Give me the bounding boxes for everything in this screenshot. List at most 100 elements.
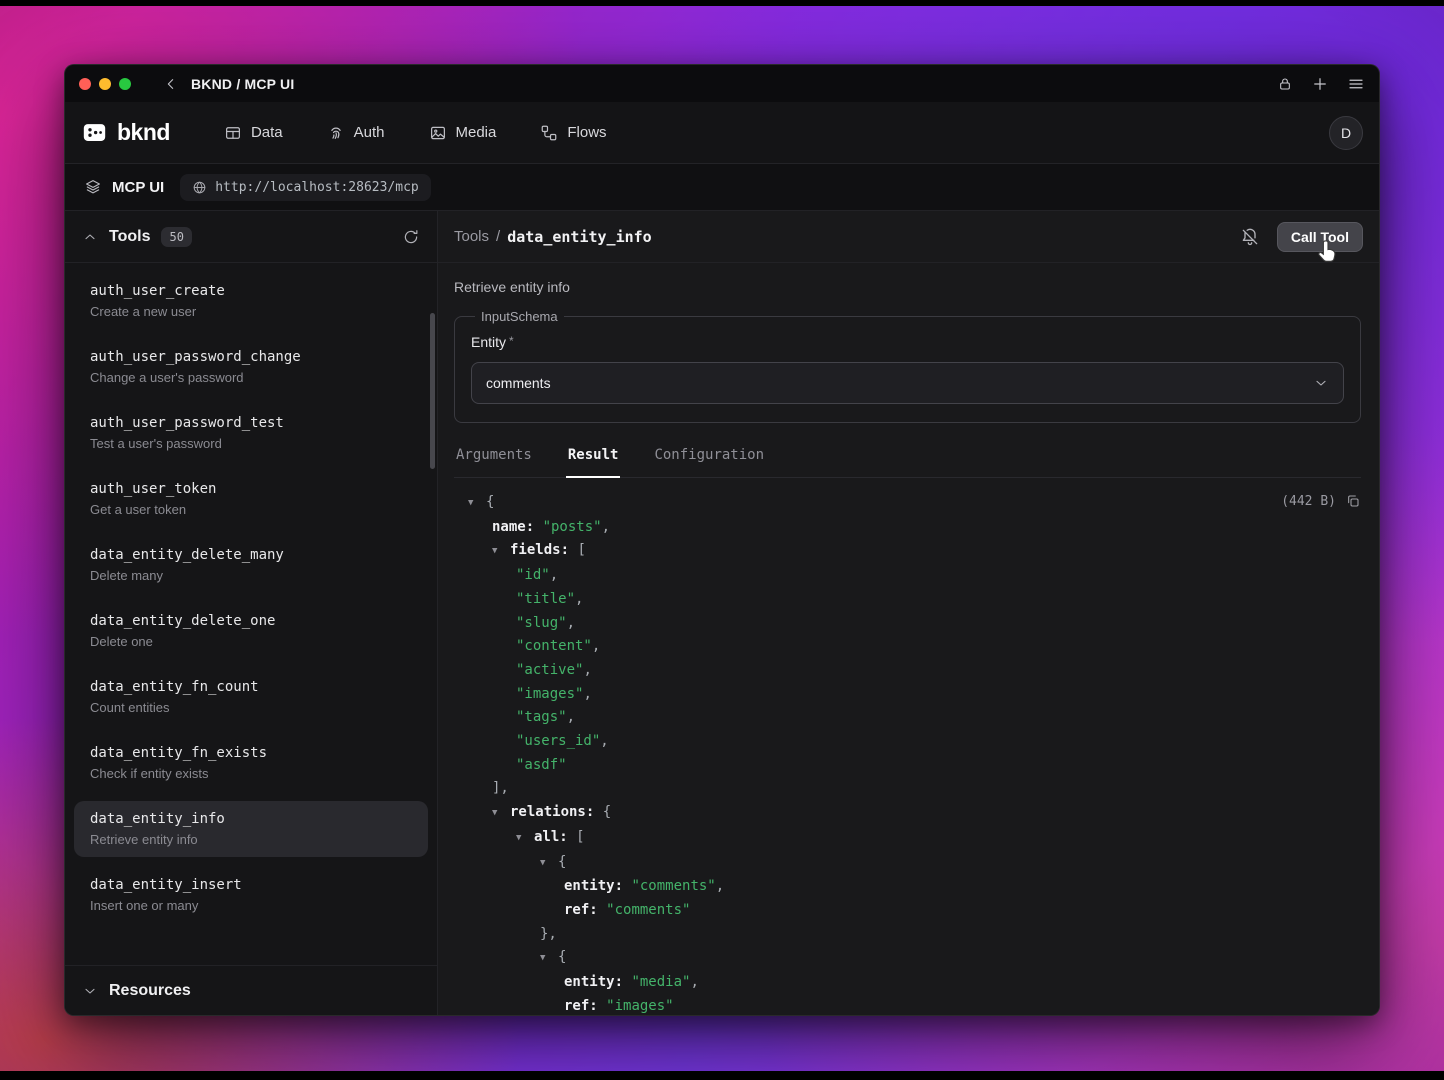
collapse-caret-icon[interactable]: ▼ [468, 492, 486, 516]
json-line: "tags", [454, 706, 1361, 730]
tool-name: data_entity_info [90, 811, 412, 827]
collapse-caret-icon[interactable]: ▼ [492, 540, 510, 564]
entity-field-label: Entity [471, 334, 506, 350]
nav-item-media[interactable]: Media [429, 124, 497, 142]
app-window: BKND / MCP UI bknd DataAuthMediaFlows D … [64, 64, 1380, 1016]
input-schema-fieldset: InputSchema Entity* comments [454, 309, 1361, 423]
required-mark: * [509, 334, 514, 348]
json-line: "content", [454, 635, 1361, 659]
result-panel: (442 B) ▼{name: "posts",▼fields: ["id","… [454, 478, 1361, 1015]
layers-icon [84, 178, 102, 196]
tool-name: auth_user_create [90, 283, 412, 299]
json-line: ▼{ [454, 946, 1361, 971]
tab-arguments[interactable]: Arguments [454, 447, 534, 477]
tab-result[interactable]: Result [566, 447, 621, 478]
sidebar-item-auth_user_token[interactable]: auth_user_tokenGet a user token [74, 471, 428, 527]
logo-text: bknd [117, 119, 170, 146]
chevron-left-icon [163, 76, 179, 92]
tool-description: Insert one or many [90, 898, 412, 913]
tool-name: data_entity_fn_exists [90, 745, 412, 761]
tool-name: auth_user_password_test [90, 415, 412, 431]
back-button[interactable] [163, 76, 179, 92]
tab-configuration[interactable]: Configuration [652, 447, 766, 477]
json-line: entity: "comments", [454, 875, 1361, 899]
copy-result-button[interactable] [1345, 493, 1361, 509]
collapse-caret-icon[interactable]: ▼ [540, 852, 558, 876]
tool-description: Create a new user [90, 304, 412, 319]
breadcrumb-current: data_entity_info [507, 228, 652, 246]
menu-button[interactable] [1347, 75, 1365, 93]
sidebar-item-data_entity_delete_one[interactable]: data_entity_delete_oneDelete one [74, 603, 428, 659]
resources-section-title: Resources [109, 982, 191, 1000]
sidebar-item-data_entity_delete_many[interactable]: data_entity_delete_manyDelete many [74, 537, 428, 593]
bknd-logo[interactable]: bknd [81, 119, 170, 146]
chevron-up-icon[interactable] [82, 229, 98, 245]
tool-description: Delete many [90, 568, 412, 583]
tool-name: data_entity_delete_one [90, 613, 412, 629]
notifications-off-button[interactable] [1240, 227, 1260, 247]
collapse-caret-icon[interactable]: ▼ [492, 802, 510, 826]
refresh-tools-button[interactable] [402, 228, 420, 246]
plus-icon [1311, 75, 1329, 93]
collapse-caret-icon[interactable]: ▼ [516, 827, 534, 851]
table-icon [224, 124, 242, 142]
lock-icon [1277, 76, 1293, 92]
sidebar-item-auth_user_password_change[interactable]: auth_user_password_changeChange a user's… [74, 339, 428, 395]
json-line: }, [454, 923, 1361, 947]
json-line: "title", [454, 588, 1361, 612]
minimize-button[interactable] [99, 78, 111, 90]
json-tree: ▼{name: "posts",▼fields: ["id","title","… [454, 491, 1361, 1015]
entity-select[interactable]: comments [471, 362, 1344, 404]
chevron-down-icon[interactable] [82, 983, 98, 999]
nav-item-auth[interactable]: Auth [327, 124, 385, 142]
nav-item-flows[interactable]: Flows [540, 124, 606, 142]
tool-list: auth_user_createCreate a new userauth_us… [65, 263, 437, 965]
bell-off-icon [1240, 227, 1260, 247]
mcp-url-chip[interactable]: http://localhost:28623/mcp [180, 174, 431, 201]
json-line: ref: "images" [454, 995, 1361, 1015]
nav-item-label: Flows [567, 124, 606, 141]
window-titlebar: BKND / MCP UI [65, 65, 1379, 102]
json-line: "slug", [454, 612, 1361, 636]
workflow-icon [540, 124, 558, 142]
result-size: (442 B) [1281, 494, 1336, 509]
sidebar-item-data_entity_fn_exists[interactable]: data_entity_fn_existsCheck if entity exi… [74, 735, 428, 791]
sidebar-item-data_entity_info[interactable]: data_entity_infoRetrieve entity info [74, 801, 428, 857]
titlebar-actions [1277, 75, 1365, 93]
app-header: bknd Data Auth Media Flows D [65, 102, 1379, 164]
close-button[interactable] [79, 78, 91, 90]
new-tab-button[interactable] [1311, 75, 1329, 93]
json-line: ▼fields: [ [454, 539, 1361, 564]
tools-sidebar: Tools 50 auth_user_create Create a new us… [65, 211, 438, 1015]
zoom-button[interactable] [119, 78, 131, 90]
mcp-bar: MCP UI http://localhost:28623/mcp [65, 164, 1379, 211]
tool-description-text: Retrieve entity info [454, 279, 1361, 295]
sidebar-item-data_entity_fn_count[interactable]: data_entity_fn_countCount entities [74, 669, 428, 725]
tools-section-title: Tools [109, 228, 150, 246]
lock-button[interactable] [1277, 76, 1293, 92]
tools-section-header[interactable]: Tools 50 [65, 211, 437, 263]
sidebar-item-auth_user_create[interactable]: auth_user_create Create a new user [74, 273, 428, 329]
nav-item-data[interactable]: Data [224, 124, 283, 142]
json-line: ], [454, 777, 1361, 801]
json-line: "images", [454, 683, 1361, 707]
breadcrumb-root[interactable]: Tools [454, 228, 489, 245]
avatar[interactable]: D [1329, 116, 1363, 150]
json-line: entity: "media", [454, 971, 1361, 995]
mcp-title: MCP UI [112, 179, 164, 196]
collapse-caret-icon[interactable]: ▼ [540, 947, 558, 971]
json-line: "id", [454, 564, 1361, 588]
bknd-logo-icon [81, 119, 108, 146]
fingerprint-icon [327, 124, 345, 142]
refresh-icon [402, 228, 420, 246]
main-nav: Data Auth Media Flows [224, 124, 607, 142]
resources-section-header[interactable]: Resources [65, 965, 437, 1015]
result-meta: (442 B) [1281, 493, 1361, 509]
call-tool-button[interactable]: Call Tool [1277, 222, 1363, 252]
tool-name: data_entity_insert [90, 877, 412, 893]
sidebar-item-data_entity_insert[interactable]: data_entity_insert Insert one or many [74, 867, 428, 923]
globe-icon [192, 180, 207, 195]
sidebar-scrollbar-thumb[interactable] [430, 313, 435, 469]
sidebar-item-auth_user_password_test[interactable]: auth_user_password_testTest a user's pas… [74, 405, 428, 461]
tool-name: auth_user_token [90, 481, 412, 497]
